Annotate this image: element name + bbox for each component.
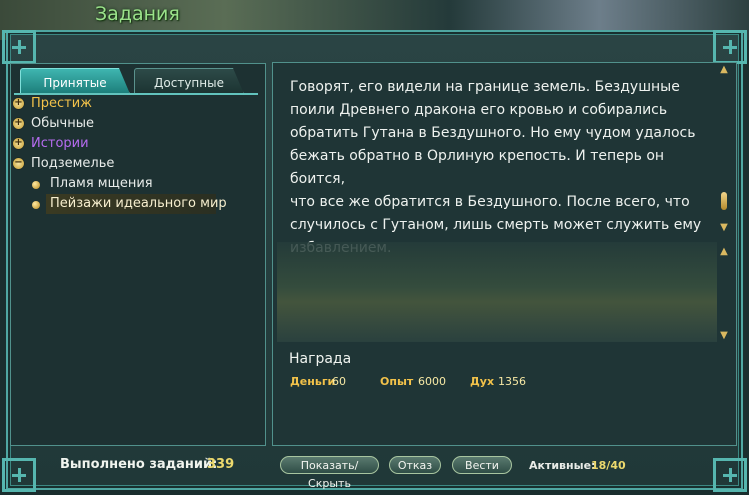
tab-available[interactable]: Доступные bbox=[134, 68, 244, 94]
reward-title: Награда bbox=[289, 351, 352, 367]
plus-expander-icon[interactable]: + bbox=[13, 117, 24, 129]
completed-quests-count: 339 bbox=[207, 457, 235, 472]
completed-quests-label: Выполнено заданий: bbox=[60, 457, 218, 472]
scroll-up-arrow-icon[interactable]: ▲ bbox=[719, 64, 729, 75]
gold-bullet-icon bbox=[32, 201, 40, 209]
window-title: Задания bbox=[95, 3, 180, 25]
reward-money-label: Деньги bbox=[290, 375, 336, 388]
reward-spirit-label: Дух bbox=[470, 375, 495, 388]
scroll-down-arrow-icon[interactable]: ▼ bbox=[719, 330, 729, 341]
category-dungeon[interactable]: Подземелье bbox=[31, 155, 114, 173]
category-regular[interactable]: Обычные bbox=[31, 115, 94, 133]
active-quests-label: Активные: bbox=[529, 459, 596, 472]
track-quest-button[interactable]: Вести bbox=[452, 456, 512, 474]
reward-money-value: 60 bbox=[332, 375, 346, 388]
abandon-quest-button[interactable]: Отказ bbox=[389, 456, 441, 474]
corner-ornament-top-right bbox=[713, 30, 747, 64]
scroll-down-arrow-icon[interactable]: ▼ bbox=[719, 222, 729, 233]
scrollbar-thumb[interactable] bbox=[721, 192, 727, 210]
quest-description: Говорят, его видели на границе земель. Б… bbox=[290, 79, 702, 256]
minus-expander-icon[interactable]: − bbox=[13, 157, 24, 169]
reward-exp-label: Опыт bbox=[380, 375, 414, 388]
quest-item-landscapes[interactable]: Пейзажи идеального мир bbox=[50, 195, 227, 213]
category-prestige[interactable]: Престиж bbox=[31, 95, 92, 113]
quest-item-flame-of-vengeance[interactable]: Пламя мщения bbox=[50, 175, 153, 193]
active-quests-count: 18/40 bbox=[591, 459, 626, 472]
quest-scenery-image bbox=[277, 242, 717, 342]
reward-spirit-value: 1356 bbox=[498, 375, 526, 388]
plus-expander-icon[interactable]: + bbox=[13, 97, 24, 109]
corner-ornament-bottom-left bbox=[2, 458, 36, 492]
gold-bullet-icon bbox=[32, 181, 40, 189]
scroll-up-arrow-icon[interactable]: ▲ bbox=[719, 246, 729, 257]
corner-ornament-top-left bbox=[2, 30, 36, 64]
corner-ornament-bottom-right bbox=[713, 458, 747, 492]
plus-expander-icon[interactable]: + bbox=[13, 137, 24, 149]
category-stories[interactable]: Истории bbox=[31, 135, 89, 153]
toggle-show-hide-button[interactable]: Показать/Скрыть bbox=[280, 456, 379, 490]
reward-exp-value: 6000 bbox=[418, 375, 446, 388]
tab-accepted[interactable]: Принятые bbox=[20, 68, 130, 94]
